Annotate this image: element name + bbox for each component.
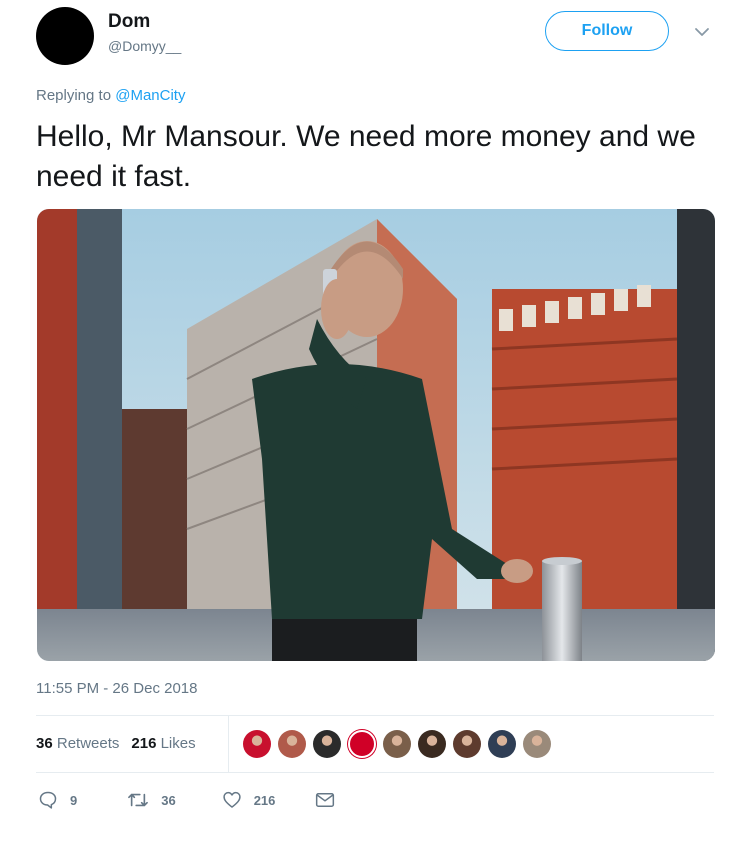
liker-avatar[interactable]: [278, 730, 306, 758]
retweets-stat[interactable]: 36 Retweets: [36, 735, 119, 752]
like-button[interactable]: 216: [222, 790, 276, 810]
heart-icon: [223, 791, 241, 808]
tweet-timestamp[interactable]: 11:55 PM - 26 Dec 2018: [36, 680, 197, 697]
divider: [36, 715, 714, 716]
liker-avatar[interactable]: [523, 730, 551, 758]
likes-count: 216: [131, 735, 157, 752]
retweets-label: Retweets: [56, 735, 120, 752]
reply-icon: [39, 791, 57, 809]
engagement-stats: 36 Retweets 216 Likes: [36, 735, 196, 752]
reply-button[interactable]: 9: [38, 790, 77, 810]
like-count: 216: [253, 792, 276, 808]
chevron-down-icon[interactable]: [692, 22, 712, 42]
liverpool-crest-icon[interactable]: [348, 730, 376, 758]
display-name[interactable]: Dom: [108, 11, 150, 33]
retweet-button[interactable]: 36: [127, 790, 176, 810]
liker-avatar[interactable]: [453, 730, 481, 758]
reply-count: 9: [70, 792, 78, 808]
liker-avatar[interactable]: [418, 730, 446, 758]
reply-mention-link[interactable]: @ManCity: [115, 87, 185, 104]
tweet-actions: 9 36 216: [36, 790, 335, 810]
tweet-text: Hello, Mr Mansour. We need more money an…: [36, 120, 696, 193]
tweet-photo[interactable]: [37, 209, 715, 661]
direct-message-button[interactable]: [315, 791, 335, 809]
envelope-icon: [316, 793, 335, 807]
stats-separator: [228, 716, 229, 772]
reply-context: Replying to @ManCity: [36, 87, 185, 104]
liker-avatar[interactable]: [383, 730, 411, 758]
retweet-count: 36: [161, 792, 176, 808]
reply-prefix: Replying to: [36, 87, 112, 104]
likes-stat[interactable]: 216 Likes: [131, 735, 195, 752]
liker-avatar[interactable]: [488, 730, 516, 758]
liker-avatar[interactable]: [243, 730, 271, 758]
retweet-icon: [128, 793, 149, 807]
liker-avatar[interactable]: [313, 730, 341, 758]
retweets-count: 36: [36, 735, 53, 752]
follow-button[interactable]: Follow: [545, 11, 669, 51]
likes-label: Likes: [160, 735, 196, 752]
user-handle[interactable]: @Domyy__: [108, 38, 181, 54]
divider: [36, 772, 714, 773]
avatar[interactable]: [36, 7, 94, 65]
liker-avatars: [243, 730, 551, 758]
